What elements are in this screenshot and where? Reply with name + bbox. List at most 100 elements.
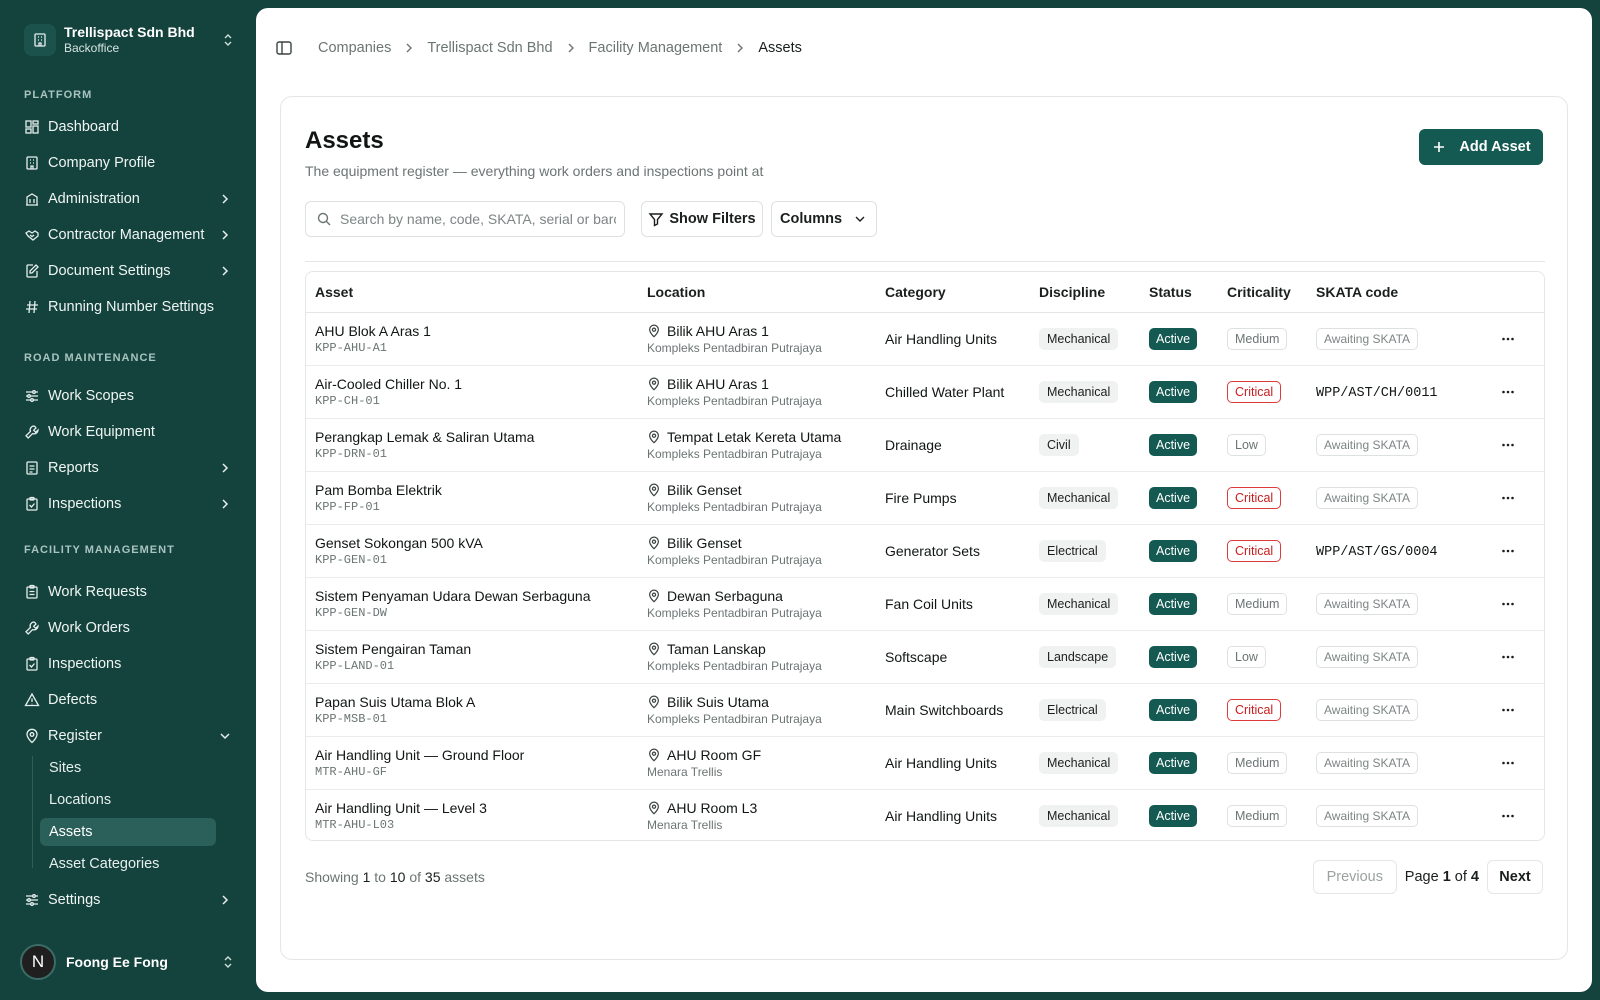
cell-skata: Awaiting SKATA — [1307, 312, 1466, 366]
column-header-status[interactable]: Status — [1140, 272, 1218, 313]
site-name: Kompleks Pentadbiran Putrajaya — [647, 499, 822, 514]
column-header-criticality[interactable]: Criticality — [1218, 272, 1307, 313]
column-header-skata-code[interactable]: SKATA code — [1307, 272, 1466, 313]
more-horizontal-icon — [1502, 761, 1514, 764]
asset-name[interactable]: Sistem Pengairan Taman — [315, 640, 638, 658]
asset-name[interactable]: AHU Blok A Aras 1 — [315, 322, 638, 340]
asset-name[interactable]: Genset Sokongan 500 kVA — [315, 534, 638, 552]
show-filters-button[interactable]: Show Filters — [641, 201, 763, 237]
sidebar-item-settings[interactable]: Settings — [16, 882, 240, 918]
columns-button[interactable]: Columns — [771, 201, 877, 237]
table-row[interactable]: Air-Cooled Chiller No. 1 KPP-CH-01 Bilik… — [306, 365, 1544, 419]
sidebar-item-label: Company Profile — [48, 155, 156, 171]
column-header-location[interactable]: Location — [638, 272, 876, 313]
sidebar-item-document-settings[interactable]: Document Settings — [16, 253, 240, 289]
cell-actions[interactable] — [1466, 365, 1544, 419]
cell-criticality: Low — [1218, 630, 1307, 684]
sidebar-item-road-inspections[interactable]: Inspections — [16, 486, 240, 522]
category: Generator Sets — [885, 542, 980, 559]
cell-criticality: Medium — [1218, 736, 1307, 790]
cell-status: Active — [1140, 736, 1218, 790]
sidebar-item-contractor-management[interactable]: Contractor Management — [16, 217, 240, 253]
criticality-badge: Critical — [1227, 486, 1282, 509]
breadcrumb-company[interactable]: Trellispact Sdn Bhd — [427, 40, 552, 56]
sidebar-item-administration[interactable]: Administration — [16, 181, 240, 217]
sidebar-item-dashboard[interactable]: Dashboard — [16, 109, 240, 145]
sidebar-item-fm-inspections[interactable]: Inspections — [16, 646, 240, 682]
document-icon — [26, 461, 38, 475]
sidebar-subitem-assets[interactable]: Assets — [40, 818, 216, 846]
columns-label: Columns — [779, 211, 843, 227]
sidebar-item-register[interactable]: Register — [16, 718, 240, 754]
discipline-badge: Electrical — [1039, 698, 1106, 721]
cell-discipline: Mechanical — [1030, 577, 1140, 631]
table-row[interactable]: Sistem Pengairan Taman KPP-LAND-01 Taman… — [306, 630, 1544, 684]
company-switcher[interactable]: Trellispact Sdn Bhd Backoffice — [24, 22, 236, 58]
sidebar-subitem-asset-categories[interactable]: Asset Categories — [40, 850, 216, 878]
criticality-badge: Medium — [1227, 327, 1288, 350]
status-badge: Active — [1149, 592, 1198, 615]
cell-actions[interactable] — [1466, 683, 1544, 737]
cell-actions[interactable] — [1466, 524, 1544, 578]
asset-name[interactable]: Sistem Penyaman Udara Dewan Serbaguna — [315, 587, 638, 605]
sidebar-item-work-requests[interactable]: Work Requests — [16, 574, 240, 610]
table-row[interactable]: Sistem Penyaman Udara Dewan Serbaguna KP… — [306, 577, 1544, 631]
table-row[interactable]: Pam Bomba Elektrik KPP-FP-01 Bilik Gense… — [306, 471, 1544, 525]
sidebar-subitem-sites[interactable]: Sites — [40, 754, 216, 782]
sidebar-item-company-profile[interactable]: Company Profile — [16, 145, 240, 181]
next-page-button[interactable]: Next — [1487, 860, 1543, 894]
cell-actions[interactable] — [1466, 418, 1544, 472]
add-asset-button[interactable]: Add Asset — [1419, 129, 1543, 165]
discipline-badge: Electrical — [1039, 539, 1106, 562]
topbar: Companies Trellispact Sdn Bhd Facility M… — [274, 30, 802, 66]
sidebar-toggle-icon[interactable] — [274, 38, 294, 58]
edit-document-icon — [26, 264, 39, 278]
cell-actions[interactable] — [1466, 789, 1544, 840]
asset-name[interactable]: Perangkap Lemak & Saliran Utama — [315, 428, 638, 446]
cell-criticality: Critical — [1218, 524, 1307, 578]
table-row[interactable]: Perangkap Lemak & Saliran Utama KPP-DRN-… — [306, 418, 1544, 472]
summary-prefix: Showing — [305, 869, 359, 885]
breadcrumb-facility-management[interactable]: Facility Management — [589, 40, 723, 56]
sidebar-subitem-locations[interactable]: Locations — [40, 786, 216, 814]
asset-name[interactable]: Pam Bomba Elektrik — [315, 481, 638, 499]
cell-actions[interactable] — [1466, 630, 1544, 684]
asset-code: KPP-LAND-01 — [315, 658, 395, 673]
asset-name[interactable]: Air Handling Unit — Level 3 — [315, 799, 638, 817]
sidebar-item-defects[interactable]: Defects — [16, 682, 240, 718]
cell-discipline: Electrical — [1030, 524, 1140, 578]
search-input[interactable] — [340, 211, 616, 227]
cell-location: Bilik Genset Kompleks Pentadbiran Putraj… — [638, 471, 876, 525]
table-row[interactable]: AHU Blok A Aras 1 KPP-AHU-A1 Bilik AHU A… — [306, 312, 1544, 366]
cell-actions[interactable] — [1466, 312, 1544, 366]
table-row[interactable]: Papan Suis Utama Blok A KPP-MSB-01 Bilik… — [306, 683, 1544, 737]
sidebar-item-work-equipment[interactable]: Work Equipment — [16, 414, 240, 450]
asset-name[interactable]: Air-Cooled Chiller No. 1 — [315, 375, 638, 393]
cell-criticality: Medium — [1218, 312, 1307, 366]
table-row[interactable]: Air Handling Unit — Ground Floor MTR-AHU… — [306, 736, 1544, 790]
cell-asset: Sistem Pengairan Taman KPP-LAND-01 — [306, 630, 638, 684]
building-icon — [24, 24, 56, 56]
cell-asset: Papan Suis Utama Blok A KPP-MSB-01 — [306, 683, 638, 737]
sidebar-item-running-number-settings[interactable]: Running Number Settings — [16, 289, 240, 325]
page-indicator: Page 1 of 4 — [1405, 869, 1479, 885]
sidebar-item-reports[interactable]: Reports — [16, 450, 240, 486]
column-header-asset[interactable]: Asset — [306, 272, 638, 313]
asset-name[interactable]: Air Handling Unit — Ground Floor — [315, 746, 638, 764]
table-row[interactable]: Genset Sokongan 500 kVA KPP-GEN-01 Bilik… — [306, 524, 1544, 578]
column-header-discipline[interactable]: Discipline — [1030, 272, 1140, 313]
table-row[interactable]: Air Handling Unit — Level 3 MTR-AHU-L03 … — [306, 789, 1544, 840]
cell-actions[interactable] — [1466, 471, 1544, 525]
breadcrumb-companies[interactable]: Companies — [318, 40, 391, 56]
sidebar-item-work-scopes[interactable]: Work Scopes — [16, 378, 240, 414]
more-horizontal-icon — [1502, 655, 1514, 658]
asset-name[interactable]: Papan Suis Utama Blok A — [315, 693, 638, 711]
previous-page-button[interactable]: Previous — [1312, 860, 1397, 894]
sidebar-item-work-orders[interactable]: Work Orders — [16, 610, 240, 646]
cell-actions[interactable] — [1466, 577, 1544, 631]
user-menu[interactable]: N Foong Ee Fong — [20, 944, 236, 980]
cell-actions[interactable] — [1466, 736, 1544, 790]
breadcrumb: Companies Trellispact Sdn Bhd Facility M… — [318, 40, 802, 56]
location-name: Bilik Genset — [667, 481, 742, 498]
column-header-category[interactable]: Category — [876, 272, 1030, 313]
